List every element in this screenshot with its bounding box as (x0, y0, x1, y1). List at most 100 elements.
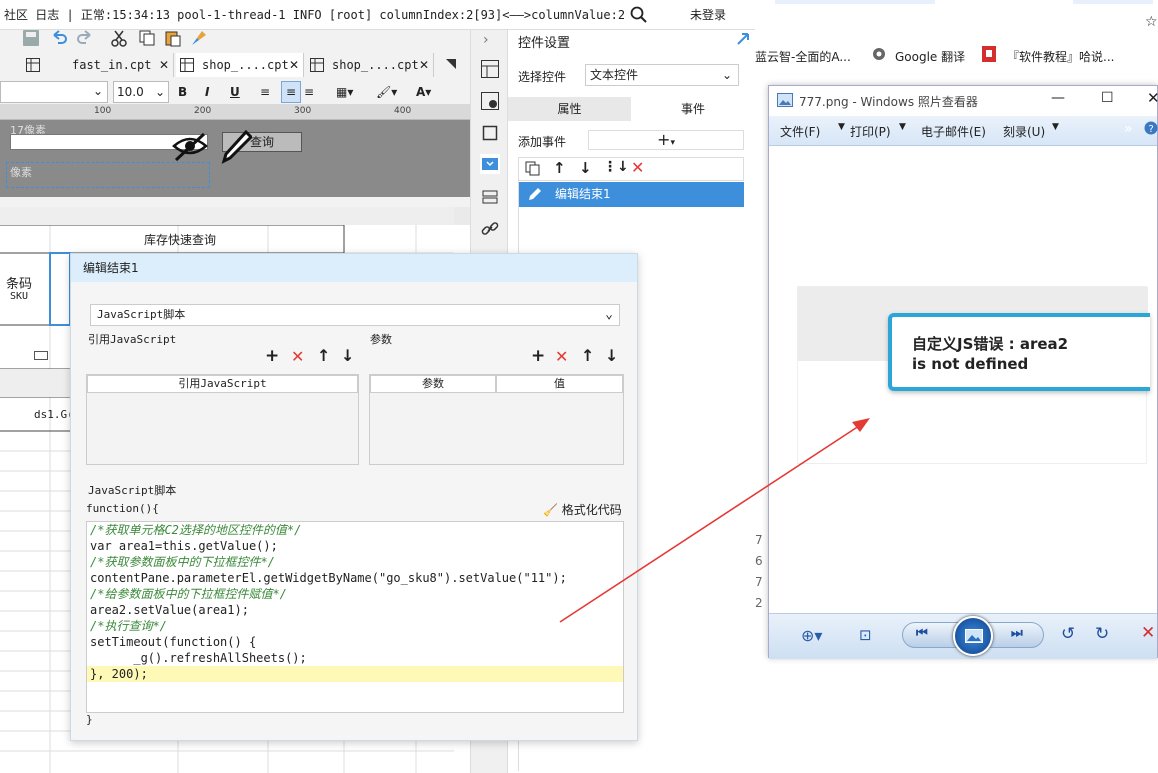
bookmark[interactable]: 『软件教程』哈说... (1007, 48, 1114, 65)
bookmark[interactable]: 蓝云智-全面的A... (755, 48, 851, 65)
menu-email[interactable]: 电子邮件(E) (921, 123, 986, 140)
font-family-select[interactable]: ⌄ (0, 81, 108, 103)
edit-icon[interactable] (220, 130, 252, 164)
redo-icon[interactable] (76, 29, 96, 49)
ref-js-table: 引用JavaScript (86, 374, 359, 465)
script-type-value: JavaScript脚本 (97, 308, 186, 321)
font-size-select[interactable]: 10.0 ⌄ (113, 81, 169, 103)
delete-icon[interactable]: ✕ (555, 347, 568, 366)
move-up-icon[interactable]: ↑ (553, 159, 566, 177)
format-brush-icon[interactable] (190, 29, 210, 49)
zoom-icon[interactable]: ⊕▾ (801, 626, 822, 645)
align-center-icon[interactable]: ≡ (281, 81, 301, 103)
maximize-icon[interactable]: ☐ (1101, 90, 1114, 106)
cell-ds[interactable]: ds1.G( (34, 408, 74, 421)
tab-shop-1[interactable]: shop_....cpt ✕ (176, 53, 304, 77)
ruler-mark: 400 (394, 106, 412, 116)
cell-element-icon[interactable] (481, 92, 499, 110)
italic-button[interactable]: I (205, 81, 219, 103)
move-up-icon[interactable]: ↑ (581, 346, 594, 365)
condition-icon[interactable] (481, 188, 499, 206)
previous-icon[interactable]: ⏮ (916, 626, 928, 641)
border-icon[interactable]: ▦▾ (336, 81, 364, 103)
layout-icon[interactable] (481, 124, 499, 142)
add-icon[interactable]: + (265, 346, 279, 366)
more-icon[interactable]: » (1124, 121, 1133, 137)
code-line: }, 200); (87, 666, 623, 682)
broom-icon: 🧹 (543, 503, 558, 517)
cell-attr-icon[interactable] (481, 60, 499, 78)
bold-button[interactable]: B (178, 81, 192, 103)
parameter-canvas: 17像素 像素 查询 (0, 120, 470, 197)
search-icon[interactable] (630, 6, 648, 24)
star-icon[interactable]: ☆ (1145, 14, 1158, 30)
bookmark[interactable]: Google 翻译 (895, 48, 965, 65)
selected-widget[interactable] (6, 162, 210, 188)
undo-icon[interactable] (50, 29, 70, 49)
pin-icon[interactable] (444, 57, 458, 71)
script-type-select[interactable]: JavaScript脚本 ⌄ (90, 304, 620, 326)
save-icon[interactable] (22, 29, 42, 49)
paste-icon[interactable] (164, 29, 184, 49)
add-icon[interactable]: + (531, 346, 545, 366)
rotate-left-icon[interactable]: ↺ (1061, 624, 1075, 644)
tab-properties[interactable]: 属性 (508, 97, 631, 121)
move-down-icon[interactable]: ↓ (341, 346, 354, 365)
event-item[interactable]: 编辑结束1 (519, 182, 744, 207)
menu-burn[interactable]: 刻录(U) (1003, 123, 1045, 140)
chevron-right-icon[interactable]: › (483, 32, 489, 48)
move-up-icon[interactable]: ↑ (317, 346, 330, 365)
slideshow-button[interactable] (953, 616, 993, 656)
format-code-label: 格式化代码 (561, 503, 622, 517)
move-bottom-icon[interactable]: ⋮↓ (603, 159, 629, 175)
move-down-icon[interactable]: ↓ (579, 159, 592, 177)
widget-settings-icon[interactable] (480, 154, 500, 174)
code-line: /*给参数面板中的下拉框控件赋值*/ (90, 587, 287, 601)
cell-barcode[interactable]: 条码 (6, 273, 32, 292)
hide-icon[interactable] (172, 132, 208, 162)
fill-color-icon[interactable]: 🖌▾ (376, 81, 406, 103)
function-close: } (86, 713, 93, 726)
underline-button[interactable]: U (230, 81, 244, 103)
viewer-titlebar: 777.png - Windows 照片查看器 — ☐ ✕ (769, 86, 1158, 116)
actual-size-icon[interactable]: ⊡ (859, 626, 872, 644)
close-icon[interactable]: ✕ (159, 53, 169, 77)
delete-icon[interactable]: ✕ (1141, 623, 1155, 643)
sheet-title[interactable]: 库存快速查询 (60, 231, 300, 248)
copy-icon[interactable] (138, 29, 158, 49)
cut-icon[interactable] (110, 29, 130, 49)
code-line: area2.setValue(area1); (90, 603, 249, 617)
next-icon[interactable]: ⏭ (1011, 626, 1023, 641)
expand-icon[interactable] (736, 32, 750, 46)
tab-fast-in[interactable]: fast_in.cpt ✕ (22, 53, 174, 77)
close-icon[interactable]: ✕ (289, 53, 299, 77)
cell-sku[interactable]: SKU (10, 291, 28, 302)
format-code-button[interactable]: 🧹 格式化代码 (543, 501, 622, 518)
add-event-button[interactable]: +▾ (588, 130, 744, 150)
params-label: 参数 (370, 333, 392, 346)
code-editor[interactable]: /*获取单元格C2选择的地区控件的值*/ var area1=this.getVa… (86, 521, 624, 713)
minimize-icon[interactable]: — (1051, 90, 1065, 106)
menu-print[interactable]: 打印(P) (850, 123, 891, 140)
code-line: /*获取单元格C2选择的地区控件的值*/ (90, 523, 302, 537)
align-right-icon[interactable]: ≡ (304, 81, 322, 103)
menu-file[interactable]: 文件(F) (780, 123, 820, 140)
close-icon[interactable]: ✕ (419, 53, 429, 77)
tab-events[interactable]: 事件 (631, 97, 755, 121)
chevron-down-icon: ⌄ (605, 307, 613, 322)
close-icon[interactable]: ✕ (1147, 89, 1158, 107)
help-icon[interactable]: ? (1144, 121, 1158, 135)
move-down-icon[interactable]: ↓ (605, 346, 618, 365)
copy-icon[interactable] (525, 161, 541, 177)
font-color-icon[interactable]: A▾ (416, 81, 446, 103)
tab-shop-2[interactable]: shop_....cpt ✕ (306, 53, 434, 77)
link-icon[interactable] (481, 220, 499, 238)
viewer-title: 777.png - Windows 照片查看器 (799, 95, 978, 109)
photo-viewer-window: 777.png - Windows 照片查看器 — ☐ ✕ 文件(F) ▼ 打印… (768, 85, 1158, 659)
delete-icon[interactable]: ✕ (291, 347, 304, 366)
rotate-right-icon[interactable]: ↻ (1095, 624, 1109, 644)
widget-type-select[interactable]: 文本控件 ⌄ (585, 64, 739, 86)
login-link[interactable]: 未登录 (690, 0, 726, 29)
align-left-icon[interactable]: ≡ (260, 81, 278, 103)
delete-icon[interactable]: ✕ (631, 158, 644, 177)
